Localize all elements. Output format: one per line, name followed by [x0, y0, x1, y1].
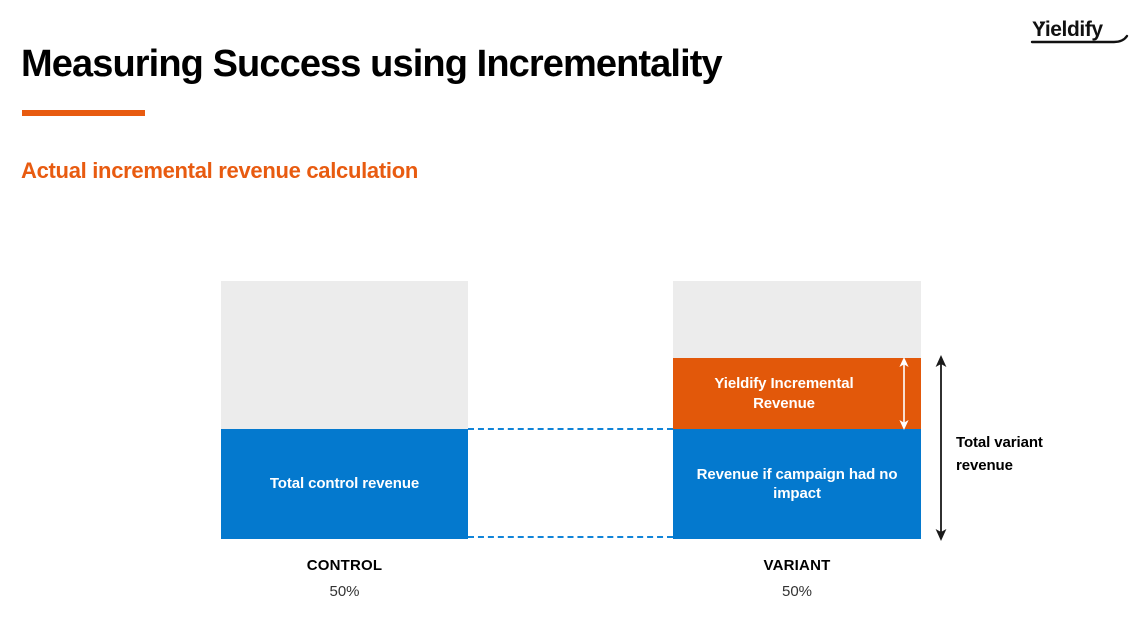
- caption-variant-name: VARIANT: [763, 557, 831, 574]
- total-variant-measure-arrow-icon: [932, 354, 950, 542]
- bar-control-revenue-label: Total control revenue: [269, 475, 420, 493]
- caption-variant-percent: 50%: [781, 583, 813, 600]
- caption-control-percent: 50%: [329, 583, 360, 600]
- baseline-connector-bottom: [468, 536, 673, 538]
- incremental-measure-arrow-icon: [896, 356, 912, 431]
- baseline-connector-top: [468, 428, 673, 430]
- caption-control: CONTROL 50%: [221, 557, 468, 600]
- bar-variant-headroom-segment: [673, 281, 921, 358]
- slide-canvas: Yieldify Measuring Success using Increme…: [0, 0, 1146, 626]
- bar-variant: Yieldify Incremental Revenue Revenue if …: [673, 281, 921, 539]
- caption-variant: VARIANT 50%: [673, 557, 921, 600]
- caption-control-name: CONTROL: [306, 557, 383, 574]
- bar-variant-baseline-label: Revenue if campaign had no impact: [696, 465, 898, 502]
- bar-control-revenue-segment: Total control revenue: [221, 429, 468, 539]
- bar-control-headroom-segment: [221, 281, 468, 429]
- bar-variant-baseline-segment: Revenue if campaign had no impact: [673, 429, 921, 539]
- bar-variant-incremental-segment: Yieldify Incremental Revenue: [673, 358, 921, 429]
- bar-variant-incremental-label: Yieldify Incremental Revenue: [714, 375, 854, 412]
- incrementality-bar-chart: Total control revenue Yieldify Increment…: [0, 0, 1146, 626]
- total-variant-revenue-label: Total variant revenue: [956, 434, 1043, 474]
- bar-control: Total control revenue: [221, 281, 468, 539]
